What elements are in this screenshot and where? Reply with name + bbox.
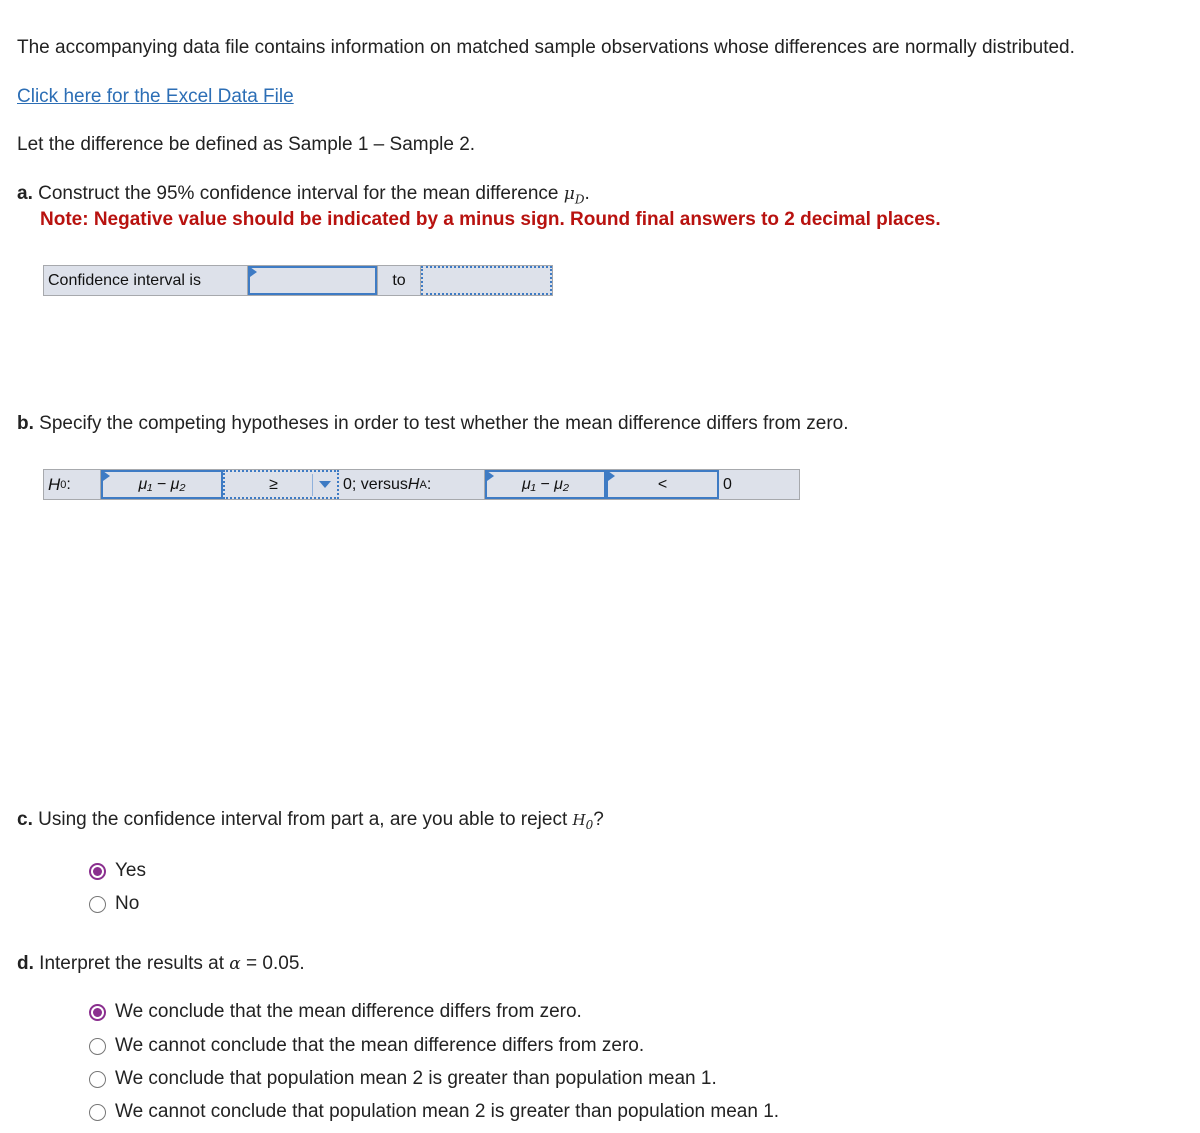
- part-b-question: b. Specify the competing hypotheses in o…: [17, 412, 849, 436]
- part-d-question: d. Interpret the results at α = 0.05.: [17, 953, 305, 974]
- radio-unchecked-icon[interactable]: [89, 1103, 106, 1121]
- excel-data-file-link[interactable]: Click here for the Excel Data File: [17, 85, 294, 109]
- radio-option-mean2-greater[interactable]: We conclude that population mean 2 is gr…: [89, 1067, 717, 1091]
- part-c-letter: c.: [17, 809, 33, 830]
- hypotheses-table: H0: μ₁ − μ₂ ≥ 0; versus HA: μ₁ − μ₂ < 0: [43, 469, 800, 500]
- alpha-symbol: α: [229, 954, 241, 974]
- input-flag-icon: [487, 471, 494, 481]
- h0-label: H0:: [44, 470, 101, 499]
- part-d-letter: d.: [17, 953, 34, 974]
- part-a-question: a. Construct the 95% confidence interval…: [17, 183, 590, 207]
- radio-checked-icon[interactable]: [89, 862, 106, 880]
- radio-option-differs[interactable]: We conclude that the mean difference dif…: [89, 1000, 582, 1024]
- h0-operator-select[interactable]: ≥: [223, 470, 339, 499]
- radio-option-cannot-mean2-greater[interactable]: We cannot conclude that population mean …: [89, 1100, 779, 1124]
- ci-separator: to: [377, 266, 421, 295]
- ci-lower-input[interactable]: [248, 266, 377, 295]
- h0-value-versus: 0; versus HA:: [339, 470, 485, 499]
- part-a-prompt: Construct the 95% confidence interval fo…: [32, 183, 564, 204]
- h0-symbol: H0: [572, 811, 594, 832]
- part-c-question: c. Using the confidence interval from pa…: [17, 809, 604, 832]
- mu-d-symbol: μD: [563, 184, 585, 207]
- radio-option-yes[interactable]: Yes: [89, 859, 146, 883]
- confidence-interval-label: Confidence interval is: [44, 266, 248, 295]
- part-a-note: Note: Negative value should be indicated…: [40, 209, 941, 230]
- part-b-prompt: Specify the competing hypotheses in orde…: [33, 413, 849, 434]
- ci-upper-input[interactable]: [421, 266, 552, 295]
- intro-text: The accompanying data file contains info…: [17, 37, 1075, 58]
- h0-parameter-select[interactable]: μ₁ − μ₂: [101, 470, 223, 499]
- input-flag-icon: [608, 471, 615, 481]
- radio-unchecked-icon[interactable]: [89, 895, 106, 913]
- confidence-interval-table: Confidence interval is to: [43, 265, 553, 296]
- part-a-letter: a.: [17, 183, 33, 204]
- input-flag-icon: [250, 267, 257, 277]
- radio-unchecked-icon[interactable]: [89, 1037, 106, 1055]
- radio-option-cannot-differs[interactable]: We cannot conclude that the mean differe…: [89, 1034, 644, 1058]
- radio-unchecked-icon[interactable]: [89, 1070, 106, 1088]
- difference-definition: Let the difference be defined as Sample …: [17, 134, 476, 155]
- part-d-prompt: Interpret the results at: [33, 953, 230, 974]
- dropdown-caret-icon[interactable]: [319, 481, 331, 488]
- radio-option-no[interactable]: No: [89, 892, 139, 916]
- part-c-prompt: Using the confidence interval from part …: [32, 809, 573, 830]
- ha-value: 0: [723, 475, 732, 493]
- radio-checked-icon[interactable]: [89, 1003, 106, 1021]
- ha-operator-select[interactable]: <: [606, 470, 719, 499]
- input-flag-icon: [103, 471, 110, 481]
- ha-parameter-select[interactable]: μ₁ − μ₂: [485, 470, 606, 499]
- part-b-letter: b.: [17, 413, 34, 434]
